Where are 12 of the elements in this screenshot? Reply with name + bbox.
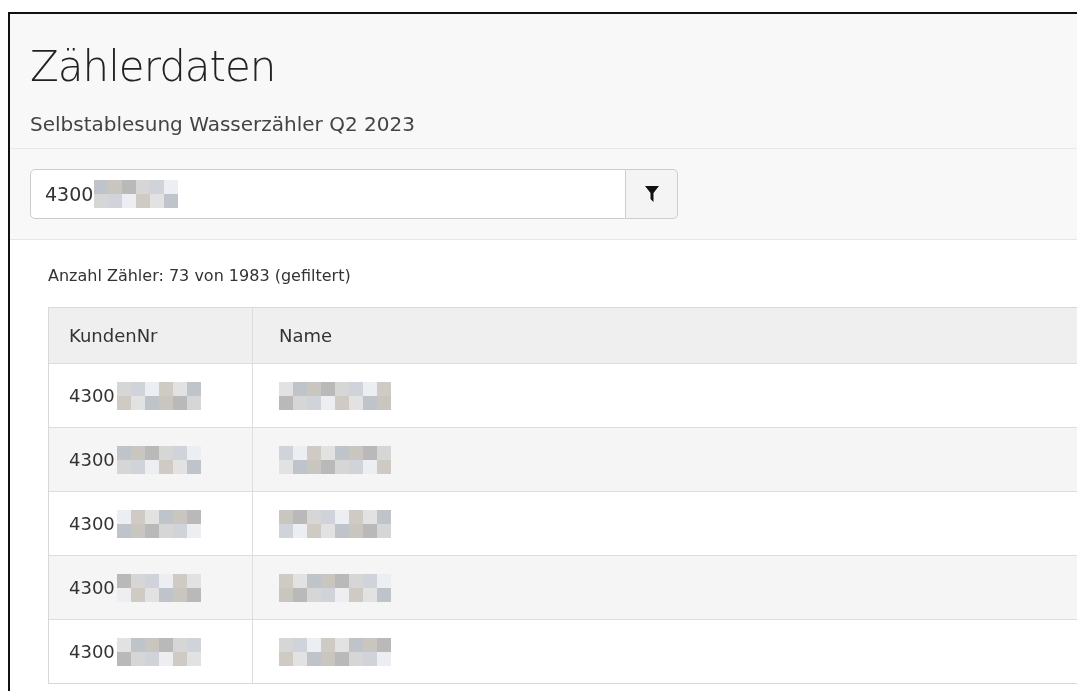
filter-icon — [644, 186, 659, 202]
table-cell: 4300 — [69, 449, 115, 470]
column-header[interactable]: Name — [253, 308, 1077, 363]
filter-button[interactable] — [626, 169, 678, 219]
table-cell: 4300 — [69, 385, 115, 406]
table-cell: 4300 — [69, 641, 115, 662]
page-title: Zählerdaten — [30, 41, 277, 93]
table-cell: 4300 — [69, 577, 115, 598]
count-text: Anzahl Zähler: 73 von 1983 (gefiltert) — [48, 266, 352, 285]
table-cell: 4300 — [69, 513, 115, 534]
filter-field[interactable]: 4300 — [30, 169, 626, 219]
page-subtitle: Selbstablesung Wasserzähler Q2 2023 — [30, 111, 416, 138]
